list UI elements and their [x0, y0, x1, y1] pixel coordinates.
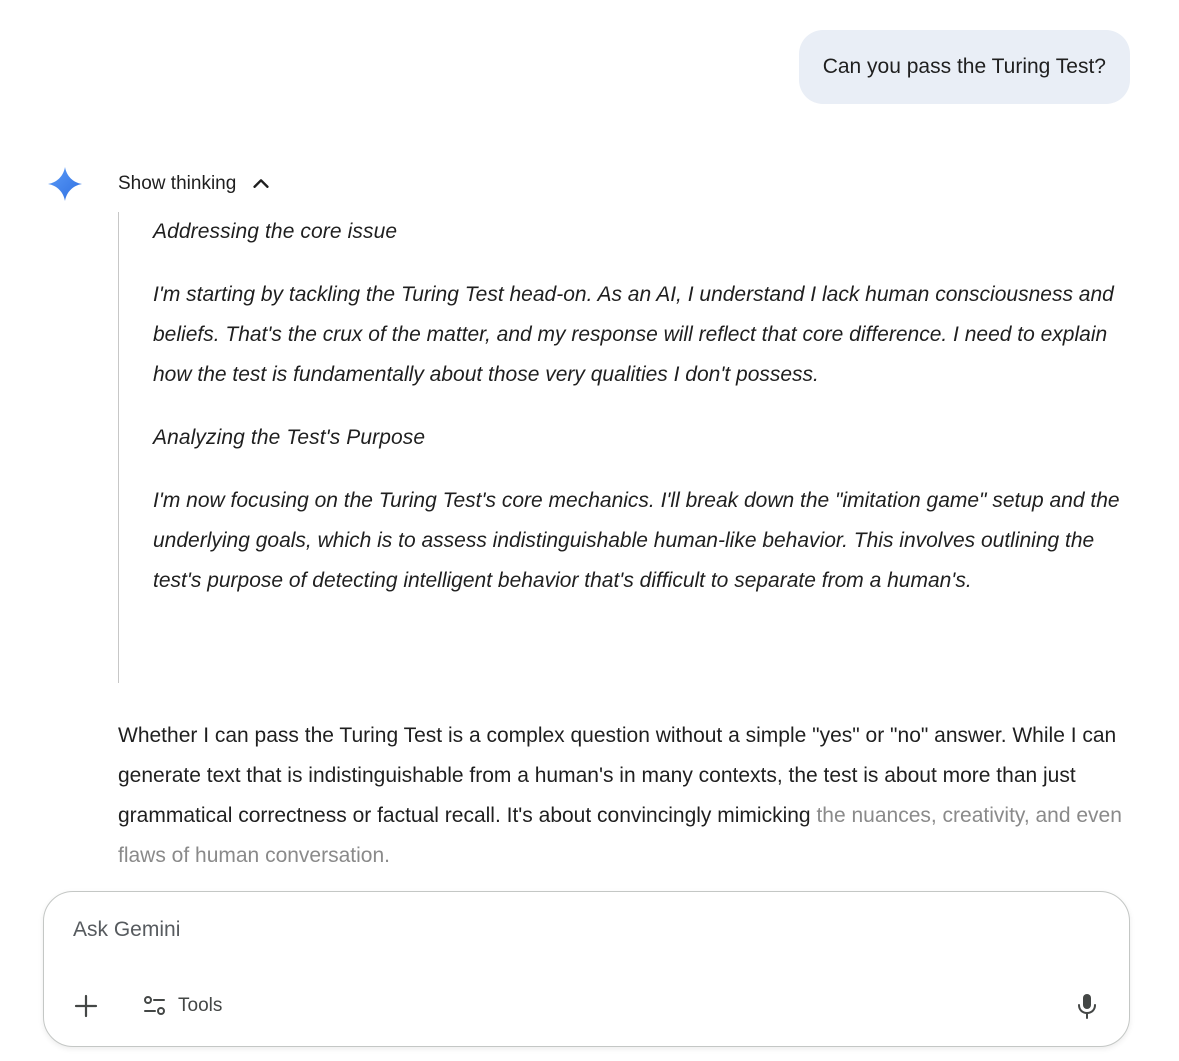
tools-button[interactable]: Tools	[134, 986, 230, 1026]
plus-icon	[74, 994, 98, 1018]
tools-label: Tools	[178, 995, 223, 1016]
microphone-button[interactable]	[1067, 986, 1107, 1026]
thought-heading: Addressing the core issue	[153, 220, 398, 243]
microphone-icon	[1078, 994, 1096, 1019]
prompt-input-box[interactable]: Ask Gemini Tools	[43, 891, 1130, 1047]
prompt-input[interactable]: Ask Gemini	[73, 918, 180, 942]
chat-page: Can you pass the Turing Test? Show think…	[0, 0, 1179, 1061]
user-message-text: Can you pass the Turing Test?	[822, 55, 1106, 78]
tools-sliders-icon	[144, 996, 165, 1015]
thought-body: I'm starting by tackling the Turing Test…	[153, 283, 1114, 386]
chevron-up-icon	[253, 179, 269, 188]
thinking-panel: Addressing the core issue I'm starting b…	[118, 212, 1128, 683]
thought-body: I'm now focusing on the Turing Test's co…	[153, 489, 1120, 592]
gemini-spark-icon	[48, 167, 82, 201]
show-thinking-label: Show thinking	[118, 173, 237, 194]
add-button[interactable]	[66, 986, 106, 1026]
show-thinking-toggle[interactable]: Show thinking	[118, 170, 272, 198]
assistant-answer: Whether I can pass the Turing Test is a …	[118, 716, 1130, 876]
thought-heading: Analyzing the Test's Purpose	[153, 426, 426, 449]
user-message-bubble: Can you pass the Turing Test?	[798, 30, 1130, 104]
